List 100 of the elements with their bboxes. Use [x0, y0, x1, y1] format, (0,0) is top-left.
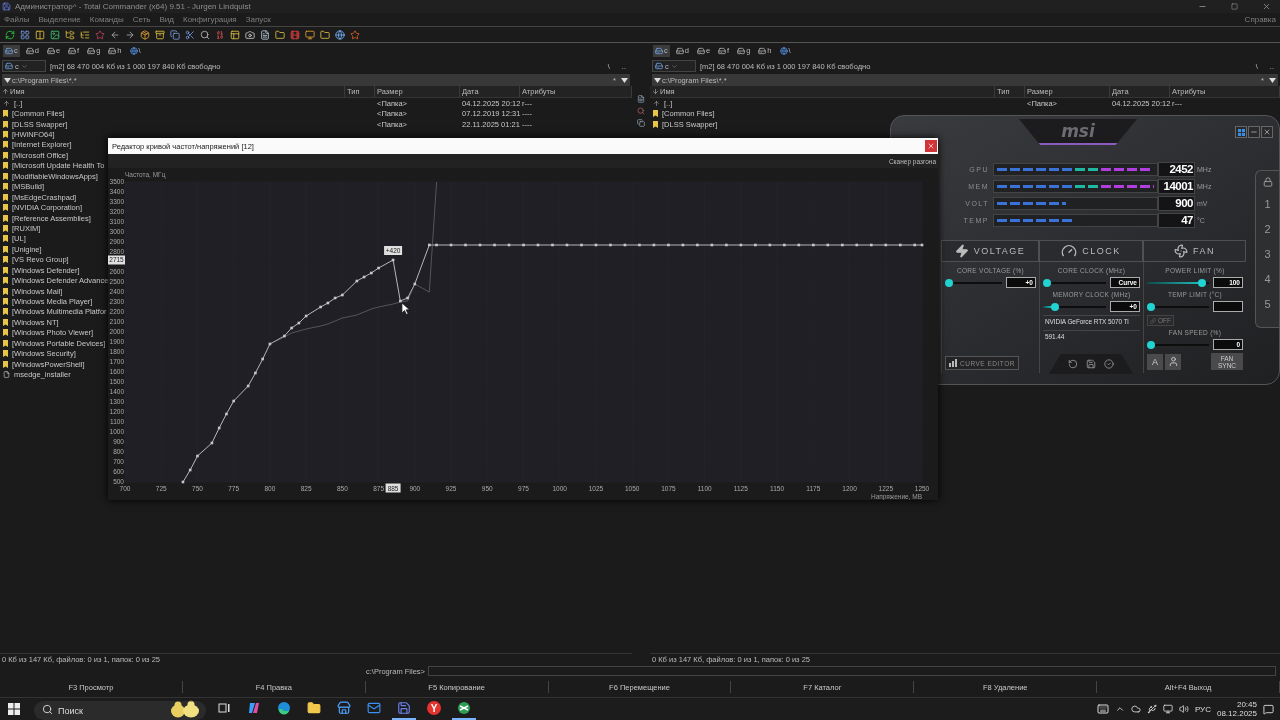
- copy-icon[interactable]: [170, 29, 180, 40]
- curve-point[interactable]: [920, 243, 924, 247]
- curve-point[interactable]: [493, 243, 496, 247]
- curve-point[interactable]: [667, 243, 670, 247]
- curve-point[interactable]: [319, 305, 322, 309]
- menu-item[interactable]: Сеть: [132, 15, 151, 24]
- curve-point[interactable]: [739, 243, 743, 247]
- menu-item[interactable]: Файлы: [4, 15, 30, 24]
- curve-point[interactable]: [681, 243, 685, 247]
- curve-point[interactable]: [391, 258, 395, 262]
- curve-point[interactable]: [696, 243, 699, 247]
- curve-point[interactable]: [232, 399, 235, 403]
- tree-icon[interactable]: [65, 29, 75, 40]
- menu-item[interactable]: Выделение: [38, 15, 81, 24]
- curve-point[interactable]: [710, 243, 714, 247]
- curve-point[interactable]: [565, 243, 569, 247]
- curve-point[interactable]: [304, 314, 308, 318]
- slider-thumb[interactable]: [1051, 302, 1060, 311]
- slider-thumb[interactable]: [1198, 278, 1207, 287]
- curve-point[interactable]: [652, 243, 656, 247]
- minimize-button[interactable]: [1248, 126, 1260, 138]
- chevron-up-icon[interactable]: [1114, 704, 1125, 714]
- search-icon[interactable]: [200, 29, 210, 40]
- star-icon[interactable]: [95, 29, 105, 40]
- binary-icon[interactable]: [215, 29, 225, 40]
- curve-point[interactable]: [725, 243, 728, 247]
- curve-point[interactable]: [594, 243, 598, 247]
- language-indicator[interactable]: РУС: [1194, 704, 1211, 714]
- curve-point[interactable]: [855, 243, 859, 247]
- folder-icon[interactable]: [320, 29, 330, 40]
- clock-time[interactable]: 20:45: [1236, 700, 1257, 709]
- curve-point[interactable]: [884, 243, 888, 247]
- auto-button[interactable]: A: [1147, 353, 1163, 370]
- camera-icon[interactable]: [245, 29, 255, 40]
- volume-icon[interactable]: [1178, 704, 1189, 714]
- curve-point[interactable]: [638, 243, 641, 247]
- lock-icon[interactable]: [1262, 177, 1273, 187]
- menu-item[interactable]: Конфигурация: [183, 15, 237, 24]
- panels-icon[interactable]: [230, 29, 240, 40]
- curve-point[interactable]: [254, 371, 257, 375]
- curve-point[interactable]: [478, 243, 482, 247]
- reset-icon[interactable]: [1068, 359, 1078, 369]
- taskbar-app-button[interactable]: Y: [422, 698, 446, 720]
- curve-point[interactable]: [413, 282, 417, 286]
- curve-point[interactable]: [188, 468, 192, 472]
- refresh-icon[interactable]: [5, 29, 15, 40]
- curve-point[interactable]: [449, 243, 453, 247]
- monitor-icon[interactable]: [1162, 704, 1173, 714]
- curve-point[interactable]: [283, 334, 286, 338]
- curve-point[interactable]: [754, 243, 757, 247]
- curve-point[interactable]: [362, 275, 366, 279]
- command-field[interactable]: [428, 666, 1276, 676]
- curve-point[interactable]: [536, 243, 540, 247]
- notification-icon[interactable]: [1263, 703, 1274, 715]
- profile-button[interactable]: 3: [1264, 245, 1271, 262]
- curve-point[interactable]: [623, 243, 627, 247]
- curve-point[interactable]: [217, 426, 221, 430]
- curve-point[interactable]: [609, 243, 612, 247]
- curve-point[interactable]: [341, 293, 344, 297]
- close-button[interactable]: [925, 140, 937, 152]
- apply-icon[interactable]: [1104, 359, 1114, 369]
- monitor-icon[interactable]: [305, 29, 315, 40]
- caret-down-icon[interactable]: [621, 77, 628, 83]
- archive-icon[interactable]: [155, 29, 165, 40]
- menu-item[interactable]: Вид: [159, 15, 174, 24]
- curve-point[interactable]: [261, 357, 264, 361]
- menu-item[interactable]: Команды: [89, 15, 124, 24]
- curve-point[interactable]: [841, 243, 844, 247]
- curve-point[interactable]: [464, 243, 467, 247]
- curve-point[interactable]: [522, 243, 525, 247]
- curve-point[interactable]: [210, 441, 214, 445]
- curve-point[interactable]: [268, 342, 272, 346]
- globe-icon[interactable]: [335, 29, 345, 40]
- caret-down-icon[interactable]: [1269, 77, 1276, 83]
- slider-thumb[interactable]: [945, 278, 953, 287]
- user-button[interactable]: [1165, 353, 1181, 370]
- usb-icon[interactable]: [1146, 704, 1157, 714]
- slider-thumb[interactable]: [1043, 278, 1051, 287]
- folder-icon[interactable]: [275, 29, 285, 40]
- package-icon[interactable]: [140, 29, 150, 40]
- profile-button[interactable]: 4: [1264, 270, 1271, 287]
- curve-point[interactable]: [768, 243, 772, 247]
- curve-point[interactable]: [333, 296, 337, 300]
- curve-point[interactable]: [297, 321, 301, 325]
- film-icon[interactable]: [290, 29, 300, 40]
- curve-point[interactable]: [435, 243, 438, 247]
- windows-button[interactable]: [1235, 126, 1247, 138]
- curve-point[interactable]: [898, 243, 902, 247]
- slider-track[interactable]: [1147, 278, 1209, 287]
- curve-point[interactable]: [225, 412, 228, 416]
- curve-point[interactable]: [326, 301, 330, 305]
- curve-point[interactable]: [399, 299, 402, 303]
- curve-point[interactable]: [783, 243, 786, 247]
- menu-item[interactable]: Запуск: [245, 15, 271, 24]
- curve-point[interactable]: [370, 271, 373, 275]
- caret-down-icon[interactable]: [654, 77, 661, 83]
- caret-down-icon[interactable]: [4, 77, 11, 83]
- clock-date[interactable]: 08.12.2025: [1216, 709, 1257, 718]
- profile-button[interactable]: 5: [1264, 295, 1271, 312]
- curve-point[interactable]: [428, 243, 431, 247]
